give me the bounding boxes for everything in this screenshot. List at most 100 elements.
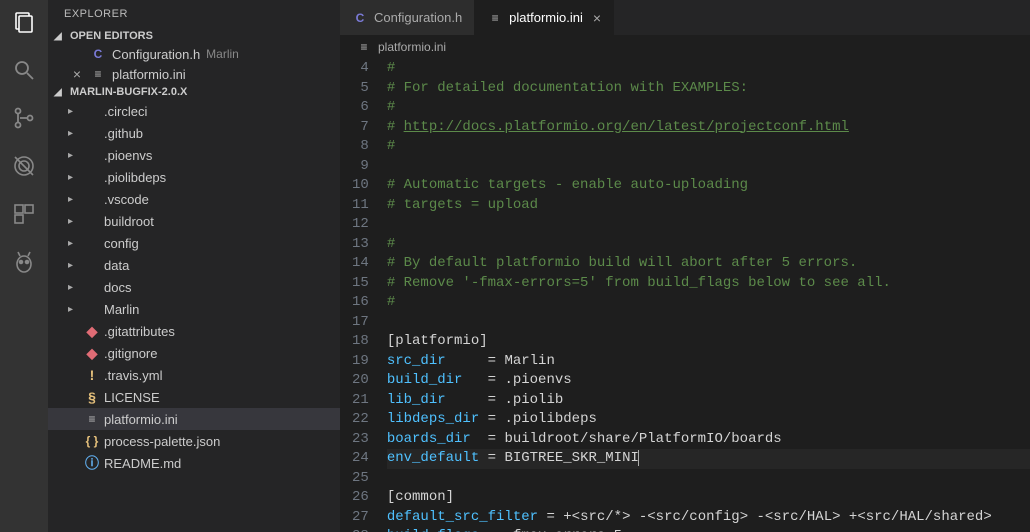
file-icon: ≡ [90,66,106,82]
open-editors-header[interactable]: ◢ OPEN EDITORS [48,28,340,44]
tree-folder[interactable]: ▸.pioenvs [48,144,340,166]
activity-debug[interactable] [10,152,38,180]
tree-folder[interactable]: ▸.github [48,122,340,144]
item-label: data [104,258,129,273]
code-line[interactable]: boards_dir = buildroot/share/PlatformIO/… [387,430,1030,450]
tree-file[interactable]: ⓘREADME.md [48,452,340,474]
folder-icon [84,169,100,185]
line-number: 16 [352,293,369,313]
tree-file[interactable]: ◆.gitignore [48,342,340,364]
editor-tab[interactable]: ≡platformio.ini× [475,0,614,35]
code-line[interactable]: lib_dir = .piolib [387,391,1030,411]
chevron-right-icon: ▸ [68,238,80,249]
tree-folder[interactable]: ▸ buildroot [48,210,340,232]
code-line[interactable]: # Automatic targets - enable auto-upload… [387,176,1030,196]
activity-search[interactable] [10,56,38,84]
code-line[interactable]: # targets = upload [387,196,1030,216]
close-icon[interactable]: × [70,66,84,82]
line-number: 27 [352,508,369,528]
item-label: .gitignore [104,346,157,361]
item-label: .piolibdeps [104,170,166,185]
code-line[interactable]: env_default = BIGTREE_SKR_MINI [387,449,1030,469]
folder-icon [84,125,100,141]
fold-icon[interactable]: ⊟ [373,527,378,532]
code-line[interactable]: ⊟build_flags = -fmax-errors=5 [387,527,1030,532]
line-number: 17 [352,313,369,333]
line-number: 28 [352,527,369,532]
folder-icon [84,103,100,119]
file-name: platformio.ini [112,67,186,82]
sidebar-title: EXPLORER [48,0,340,28]
code-line[interactable] [387,157,1030,177]
code-line[interactable]: [common] [387,488,1030,508]
code-line[interactable]: # [387,59,1030,79]
code-line[interactable]: # Remove '-fmax-errors=5' from build_fla… [387,274,1030,294]
editor-tab[interactable]: CConfiguration.h [340,0,475,35]
tree-file[interactable]: { } process-palette.json [48,430,340,452]
code-line[interactable]: # [387,235,1030,255]
code-line[interactable] [387,215,1030,235]
activity-explorer[interactable] [10,8,38,36]
code-line[interactable]: # [387,137,1030,157]
activity-source-control[interactable] [10,104,38,132]
tree-file[interactable]: ◆.gitattributes [48,320,340,342]
item-label: .github [104,126,143,141]
code-line[interactable]: libdeps_dir = .piolibdeps [387,410,1030,430]
tree-folder[interactable]: ▸docs [48,276,340,298]
chevron-right-icon: ▸ [68,216,80,227]
tree-file[interactable]: ≡platformio.ini [48,408,340,430]
tab-bar: CConfiguration.h≡platformio.ini× [340,0,1030,35]
tree-folder[interactable]: ▸.vscode [48,188,340,210]
activity-extensions[interactable] [10,200,38,228]
code-editor[interactable]: 4567891011121314151617181920212223242526… [340,59,1030,532]
line-number: 5 [352,79,369,99]
code-line[interactable]: # By default platformio build will abort… [387,254,1030,274]
code-line[interactable]: default_src_filter = +<src/*> -<src/conf… [387,508,1030,528]
code-line[interactable] [387,469,1030,489]
workspace-root-header[interactable]: ◢ MARLIN-BUGFIX-2.0.X [48,84,340,100]
tree-folder[interactable]: ▸data [48,254,340,276]
item-label: README.md [104,456,181,471]
code-line[interactable] [387,313,1030,333]
open-editor-item[interactable]: CConfiguration.hMarlin [50,44,340,64]
line-number: 15 [352,274,369,294]
line-number: 7 [352,118,369,138]
activity-bar [0,0,48,532]
file-icon: ◆ [84,323,100,339]
folder-icon [84,191,100,207]
code-line[interactable]: # For detailed documentation with EXAMPL… [387,79,1030,99]
editor-area: CConfiguration.h≡platformio.ini× ≡ platf… [340,0,1030,532]
file-icon: § [84,389,100,405]
open-editor-item[interactable]: × ≡ platformio.ini [50,64,340,84]
tree-folder[interactable]: ▸ .piolibdeps [48,166,340,188]
file-icon: { } [84,433,100,449]
tab-label: Configuration.h [374,10,462,25]
close-icon[interactable]: × [593,10,601,26]
tree-file[interactable]: !.travis.yml [48,364,340,386]
sidebar: EXPLORER ◢ OPEN EDITORS CConfiguration.h… [48,0,340,532]
line-number: 13 [352,235,369,255]
line-number: 24 [352,449,369,469]
code-line[interactable]: # [387,293,1030,313]
item-label: docs [104,280,131,295]
folder-icon [84,235,100,251]
line-number: 9 [352,157,369,177]
chevron-right-icon: ▸ [68,194,80,205]
code-line[interactable]: src_dir = Marlin [387,352,1030,372]
breadcrumb[interactable]: ≡ platformio.ini [340,35,1030,59]
code-line[interactable]: # http://docs.platformio.org/en/latest/p… [387,118,1030,138]
chevron-right-icon: ▸ [68,172,80,183]
code-line[interactable]: [platformio] [387,332,1030,352]
tree-folder[interactable]: ▸Marlin [48,298,340,320]
code-line[interactable]: # [387,98,1030,118]
code-line[interactable]: build_dir = .pioenvs [387,371,1030,391]
item-label: process-palette.json [104,434,220,449]
file-name: Configuration.h [112,47,200,62]
tree-folder[interactable]: ▸.circleci [48,100,340,122]
tree-folder[interactable]: ▸config [48,232,340,254]
item-label: buildroot [104,214,154,229]
activity-platformio[interactable] [10,248,38,276]
tree-file[interactable]: §LICENSE [48,386,340,408]
folder-icon [84,147,100,163]
file-icon: ! [84,367,100,383]
